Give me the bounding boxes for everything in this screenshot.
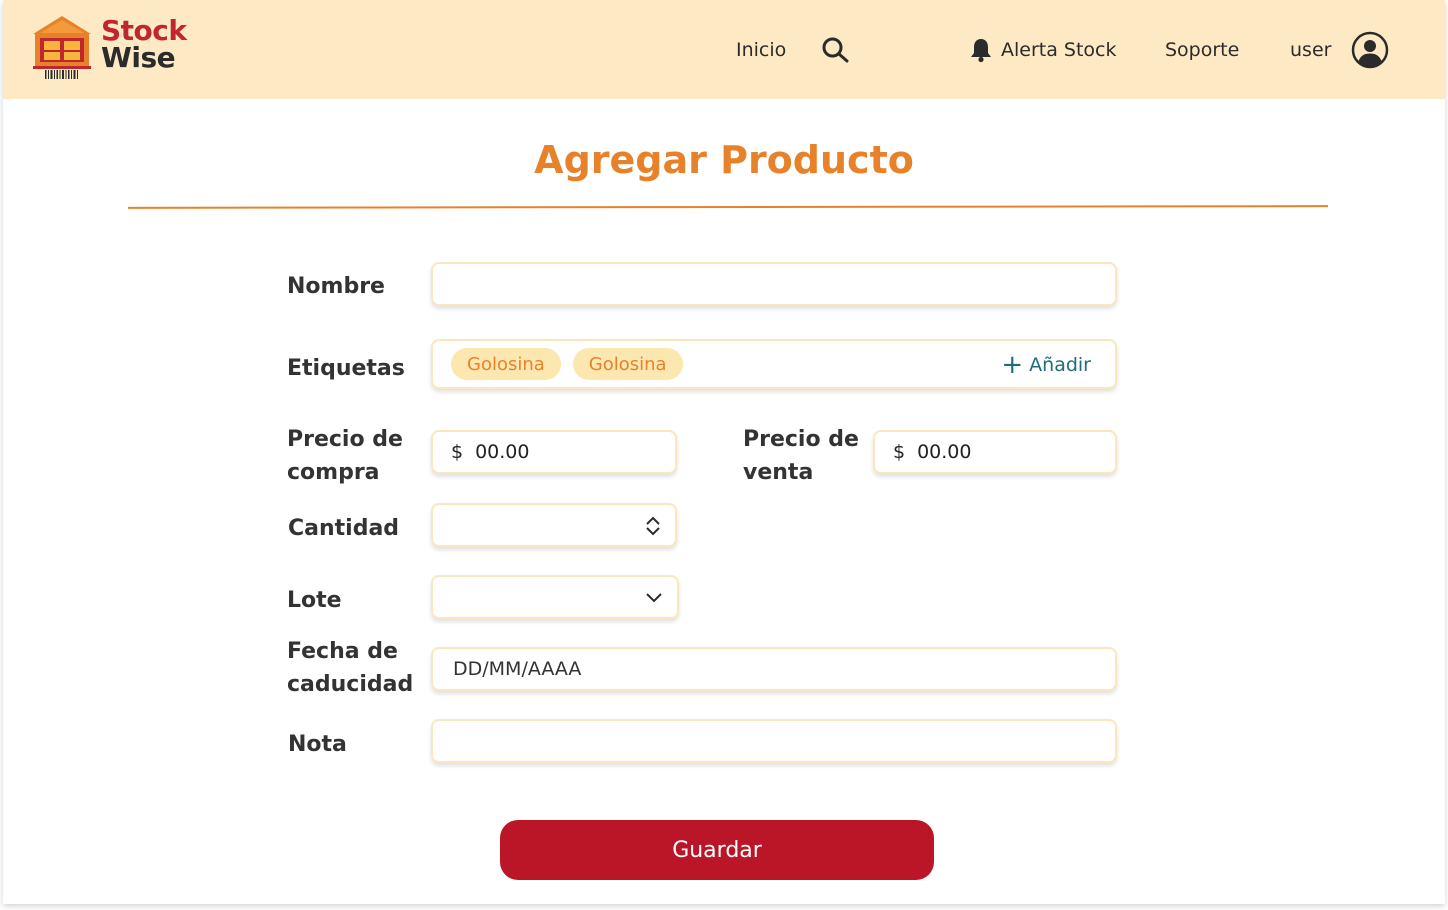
tag-chip[interactable]: Golosina	[451, 348, 561, 380]
logo[interactable]: Stock Wise	[31, 12, 201, 82]
nota-label: Nota	[288, 732, 347, 757]
etiquetas-input[interactable]: Golosina Golosina + Añadir	[431, 339, 1117, 389]
precio-compra-value-wrap: $00.00	[433, 441, 530, 463]
precio-venta-input[interactable]: $00.00	[873, 430, 1117, 474]
stepper-arrows-icon[interactable]	[645, 505, 661, 547]
fecha-caducidad-placeholder: DD/MM/AAAA	[453, 658, 582, 680]
brand-line-2: Wise	[101, 41, 176, 74]
precio-venta-value: 00.00	[917, 441, 972, 463]
precio-compra-label-line1: Precio de	[287, 427, 403, 452]
page-title: Agregar Producto	[534, 138, 914, 182]
precio-venta-label-line2: venta	[743, 460, 814, 485]
lote-select[interactable]	[431, 575, 679, 619]
nombre-label: Nombre	[287, 274, 385, 299]
chevron-down-icon[interactable]	[645, 577, 663, 619]
warehouse-logo-icon	[33, 16, 91, 79]
user-avatar-button[interactable]	[1351, 0, 1389, 99]
precio-compra-input[interactable]: $00.00	[431, 430, 677, 474]
cantidad-stepper[interactable]	[431, 503, 677, 547]
fecha-caducidad-input[interactable]: DD/MM/AAAA	[431, 647, 1117, 691]
nombre-input[interactable]	[431, 262, 1117, 306]
nota-input[interactable]	[431, 719, 1117, 763]
cantidad-label: Cantidad	[288, 516, 400, 541]
fecha-caducidad-label: Fecha de caducidad	[287, 635, 413, 701]
save-button-label: Guardar	[672, 837, 762, 863]
lote-label: Lote	[287, 588, 342, 613]
precio-venta-value-wrap: $00.00	[875, 441, 972, 463]
plus-icon: +	[1001, 350, 1024, 380]
add-tag-button[interactable]: + Añadir	[1001, 341, 1091, 389]
search-button[interactable]	[820, 0, 850, 99]
title-divider	[127, 205, 1329, 209]
brand-name: Stock Wise	[101, 14, 187, 74]
nav-inicio[interactable]: Inicio	[736, 0, 786, 99]
nav-soporte[interactable]: Soporte	[1165, 0, 1239, 99]
brand-line-1: Stock	[101, 14, 187, 47]
nav-user[interactable]: user	[1290, 0, 1331, 99]
add-tag-label: Añadir	[1029, 354, 1091, 376]
precio-compra-label-line2: compra	[287, 460, 380, 485]
currency-symbol: $	[893, 441, 906, 463]
bell-icon	[969, 37, 993, 63]
top-header: Stock Wise Inicio Alerta Stock Soporte u…	[3, 0, 1445, 99]
nav-alerta-stock-label: Alerta Stock	[1001, 38, 1117, 61]
nav-alerta-stock[interactable]: Alerta Stock	[969, 0, 1117, 99]
precio-venta-label-line1: Precio de	[743, 427, 859, 452]
precio-venta-label: Precio de venta	[743, 423, 859, 489]
fecha-caducidad-label-line2: caducidad	[287, 672, 414, 697]
precio-compra-value: 00.00	[475, 441, 530, 463]
app-window: Stock Wise Inicio Alerta Stock Soporte u…	[3, 0, 1445, 904]
precio-compra-label: Precio de compra	[287, 423, 403, 489]
save-button[interactable]: Guardar	[500, 820, 934, 880]
tag-chip[interactable]: Golosina	[572, 348, 683, 380]
etiquetas-label: Etiquetas	[287, 356, 405, 381]
user-circle-icon	[1351, 31, 1389, 68]
currency-symbol: $	[451, 441, 464, 463]
search-icon	[822, 37, 849, 62]
tag-list: Golosina Golosina	[451, 348, 695, 380]
fecha-caducidad-label-line1: Fecha de	[287, 639, 398, 664]
